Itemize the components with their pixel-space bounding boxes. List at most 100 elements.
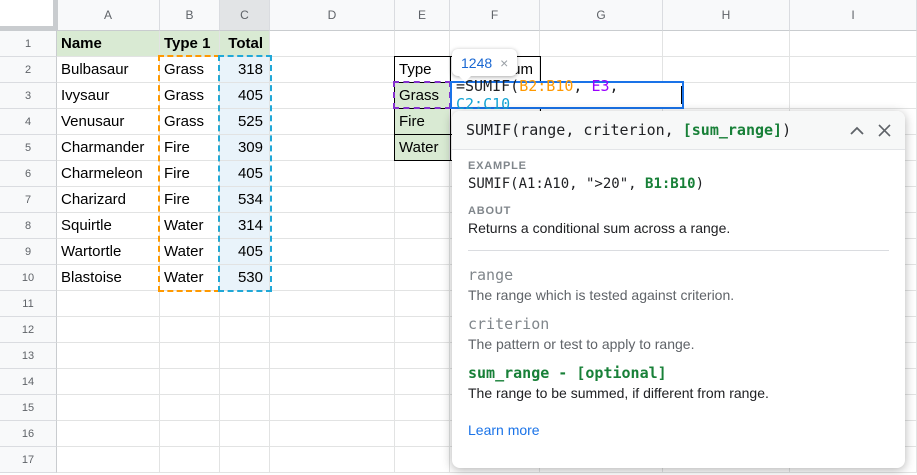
row-header-10[interactable]: 10 xyxy=(0,265,57,291)
cell-E7[interactable] xyxy=(395,187,450,213)
column-header-H[interactable]: H xyxy=(663,0,790,31)
cell-E8[interactable] xyxy=(395,213,450,239)
cell-D9[interactable] xyxy=(270,239,395,265)
cell-A16[interactable] xyxy=(57,421,160,447)
cell-E9[interactable] xyxy=(395,239,450,265)
cell-I1[interactable] xyxy=(790,31,917,57)
cell-H2[interactable] xyxy=(663,57,790,83)
cell-B16[interactable] xyxy=(160,421,220,447)
cell-C14[interactable] xyxy=(220,369,270,395)
cell-D1[interactable] xyxy=(270,31,395,57)
cell-B7[interactable]: Fire xyxy=(160,187,220,213)
row-header-5[interactable]: 5 xyxy=(0,135,57,161)
cell-H1[interactable] xyxy=(663,31,790,57)
column-header-E[interactable]: E xyxy=(395,0,450,31)
row-header-16[interactable]: 16 xyxy=(0,421,57,447)
cell-D3[interactable] xyxy=(270,83,395,109)
cell-B17[interactable] xyxy=(160,447,220,473)
cell-C8[interactable]: 314 xyxy=(220,213,270,239)
cell-B11[interactable] xyxy=(160,291,220,317)
column-header-C[interactable]: C xyxy=(220,0,270,31)
cell-B2[interactable]: Grass xyxy=(160,57,220,83)
close-icon[interactable]: × xyxy=(500,55,508,71)
cell-C13[interactable] xyxy=(220,343,270,369)
cell-E2[interactable]: Type xyxy=(395,57,450,83)
cell-E6[interactable] xyxy=(395,161,450,187)
cell-D2[interactable] xyxy=(270,57,395,83)
cell-D6[interactable] xyxy=(270,161,395,187)
row-header-9[interactable]: 9 xyxy=(0,239,57,265)
cell-E15[interactable] xyxy=(395,395,450,421)
cell-B9[interactable]: Water xyxy=(160,239,220,265)
cell-D11[interactable] xyxy=(270,291,395,317)
cell-D17[interactable] xyxy=(270,447,395,473)
cell-A12[interactable] xyxy=(57,317,160,343)
cell-A8[interactable]: Squirtle xyxy=(57,213,160,239)
cell-I2[interactable] xyxy=(790,57,917,83)
cell-C15[interactable] xyxy=(220,395,270,421)
cell-E16[interactable] xyxy=(395,421,450,447)
row-header-14[interactable]: 14 xyxy=(0,369,57,395)
cell-E12[interactable] xyxy=(395,317,450,343)
cell-D4[interactable] xyxy=(270,109,395,135)
cell-B14[interactable] xyxy=(160,369,220,395)
cell-C16[interactable] xyxy=(220,421,270,447)
learn-more-link[interactable]: Learn more xyxy=(468,422,540,438)
cell-E1[interactable] xyxy=(395,31,450,57)
formula-cell-editor[interactable]: =SUMIF(B2:B10, E3, C2:C10 xyxy=(450,81,684,109)
cell-B5[interactable]: Fire xyxy=(160,135,220,161)
row-header-7[interactable]: 7 xyxy=(0,187,57,213)
cell-C4[interactable]: 525 xyxy=(220,109,270,135)
cell-C1[interactable]: Total xyxy=(220,31,270,57)
cell-D14[interactable] xyxy=(270,369,395,395)
cell-D7[interactable] xyxy=(270,187,395,213)
cell-B8[interactable]: Water xyxy=(160,213,220,239)
cell-A15[interactable] xyxy=(57,395,160,421)
cell-E17[interactable] xyxy=(395,447,450,473)
cell-C6[interactable]: 405 xyxy=(220,161,270,187)
row-header-4[interactable]: 4 xyxy=(0,109,57,135)
cell-A14[interactable] xyxy=(57,369,160,395)
row-header-6[interactable]: 6 xyxy=(0,161,57,187)
column-header-A[interactable]: A xyxy=(57,0,160,31)
cell-A5[interactable]: Charmander xyxy=(57,135,160,161)
column-header-F[interactable]: F xyxy=(450,0,540,31)
cell-A13[interactable] xyxy=(57,343,160,369)
cell-C10[interactable]: 530 xyxy=(220,265,270,291)
row-header-2[interactable]: 2 xyxy=(0,57,57,83)
cell-D5[interactable] xyxy=(270,135,395,161)
cell-B6[interactable]: Fire xyxy=(160,161,220,187)
cell-D13[interactable] xyxy=(270,343,395,369)
close-icon[interactable] xyxy=(878,124,891,137)
cell-A10[interactable]: Blastoise xyxy=(57,265,160,291)
cell-A1[interactable]: Name xyxy=(57,31,160,57)
cell-A6[interactable]: Charmeleon xyxy=(57,161,160,187)
cell-D12[interactable] xyxy=(270,317,395,343)
cell-C7[interactable]: 534 xyxy=(220,187,270,213)
row-header-17[interactable]: 17 xyxy=(0,447,57,473)
select-all-corner[interactable] xyxy=(0,0,58,31)
cell-C5[interactable]: 309 xyxy=(220,135,270,161)
row-header-1[interactable]: 1 xyxy=(0,31,57,57)
cell-C12[interactable] xyxy=(220,317,270,343)
cell-G1[interactable] xyxy=(540,31,663,57)
cell-E11[interactable] xyxy=(395,291,450,317)
cell-A2[interactable]: Bulbasaur xyxy=(57,57,160,83)
cell-E13[interactable] xyxy=(395,343,450,369)
column-header-B[interactable]: B xyxy=(160,0,220,31)
cell-A11[interactable] xyxy=(57,291,160,317)
cell-I3[interactable] xyxy=(790,83,917,109)
cell-E10[interactable] xyxy=(395,265,450,291)
cell-C17[interactable] xyxy=(220,447,270,473)
chevron-up-icon[interactable] xyxy=(850,126,864,135)
column-header-D[interactable]: D xyxy=(270,0,395,31)
row-header-11[interactable]: 11 xyxy=(0,291,57,317)
cell-B15[interactable] xyxy=(160,395,220,421)
cell-B4[interactable]: Grass xyxy=(160,109,220,135)
cell-A9[interactable]: Wartortle xyxy=(57,239,160,265)
cell-C11[interactable] xyxy=(220,291,270,317)
row-header-15[interactable]: 15 xyxy=(0,395,57,421)
cell-C3[interactable]: 405 xyxy=(220,83,270,109)
cell-B1[interactable]: Type 1 xyxy=(160,31,220,57)
row-header-8[interactable]: 8 xyxy=(0,213,57,239)
